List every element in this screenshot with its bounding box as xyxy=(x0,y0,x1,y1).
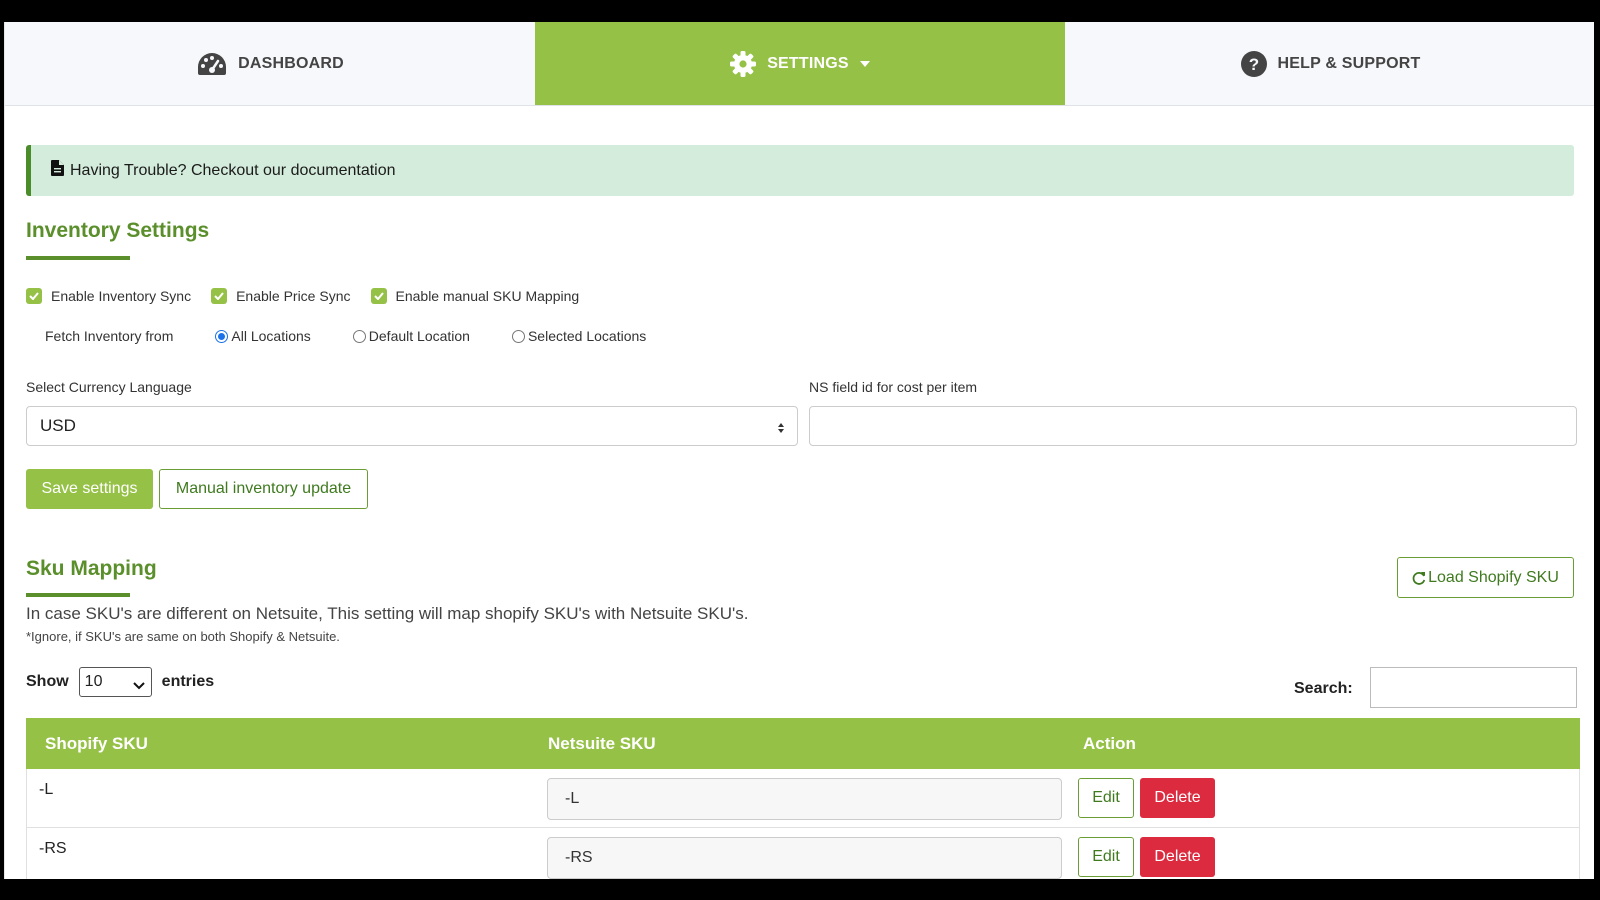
checkmark-icon xyxy=(370,288,387,304)
alert-text: Having Trouble? Checkout our documentati… xyxy=(70,161,396,179)
netsuite-sku-input[interactable]: -RS xyxy=(547,837,1062,879)
tab-settings[interactable]: SETTINGS xyxy=(535,22,1065,105)
question-circle-icon: ? xyxy=(1240,50,1268,78)
show-label: Show xyxy=(26,673,69,690)
svg-text:?: ? xyxy=(1248,55,1259,74)
radio-default-location[interactable]: Default Location xyxy=(352,328,470,344)
sku-mapping-underline xyxy=(26,593,130,597)
fetch-inventory-label: Fetch Inventory from xyxy=(45,328,174,344)
entries-length-control: Show 10 entries xyxy=(26,667,214,697)
search-label: Search: xyxy=(1294,680,1353,697)
edit-button[interactable]: Edit xyxy=(1078,837,1134,877)
radio-all-locations[interactable]: All Locations xyxy=(215,328,311,344)
radio-indicator xyxy=(511,329,525,343)
load-shopify-sku-label: Load Shopify SKU xyxy=(1428,568,1559,586)
inventory-title-underline xyxy=(26,256,130,260)
document-icon xyxy=(51,160,64,181)
sku-mapping-description: In case SKU's are different on Netsuite,… xyxy=(26,604,749,623)
column-action[interactable]: Action xyxy=(1083,734,1136,754)
checkmark-icon xyxy=(211,288,228,304)
table-row: -RS -RS Edit Delete xyxy=(26,828,1580,879)
entries-select[interactable]: 10 xyxy=(78,667,152,697)
caret-down-icon xyxy=(859,60,871,68)
checkmark-icon xyxy=(26,288,42,304)
ns-field-input[interactable] xyxy=(809,406,1577,446)
sku-mapping-table: Shopify SKU Netsuite SKU Action -L -L Ed… xyxy=(26,718,1580,879)
refresh-icon xyxy=(1412,571,1426,585)
enable-manual-sku-mapping-checkbox[interactable]: Enable manual SKU Mapping xyxy=(370,288,580,304)
edit-button[interactable]: Edit xyxy=(1078,778,1134,818)
chevron-down-icon xyxy=(132,677,145,695)
delete-button[interactable]: Delete xyxy=(1140,837,1215,877)
table-header: Shopify SKU Netsuite SKU Action xyxy=(26,718,1580,769)
tab-help-label: HELP & SUPPORT xyxy=(1277,54,1421,72)
table-row: -L -L Edit Delete xyxy=(26,769,1580,828)
currency-value: USD xyxy=(40,416,76,435)
top-nav: DASHBOARD SETTINGS ? HELP & SUPPORT xyxy=(5,22,1594,106)
entries-value: 10 xyxy=(84,673,103,690)
manual-inventory-update-button[interactable]: Manual inventory update xyxy=(159,469,368,509)
shopify-sku-cell: -L xyxy=(39,781,54,798)
tab-dashboard-label: DASHBOARD xyxy=(238,54,344,72)
tab-settings-label: SETTINGS xyxy=(767,54,849,72)
all-locations-label: All Locations xyxy=(231,328,311,344)
selected-locations-label: Selected Locations xyxy=(527,328,647,344)
column-shopify-sku[interactable]: Shopify SKU xyxy=(45,734,148,754)
enable-price-sync-checkbox[interactable]: Enable Price Sync xyxy=(211,288,351,304)
enable-inventory-sync-checkbox[interactable]: Enable Inventory Sync xyxy=(26,288,191,304)
search-input[interactable] xyxy=(1370,667,1577,708)
column-netsuite-sku[interactable]: Netsuite SKU xyxy=(548,734,656,754)
sync-checkboxes: Enable Inventory Sync Enable Price Sync … xyxy=(26,288,599,304)
inventory-settings-title: Inventory Settings xyxy=(26,219,210,242)
currency-select[interactable]: USD xyxy=(26,406,798,446)
select-arrows-icon xyxy=(777,419,785,439)
documentation-alert[interactable]: Having Trouble? Checkout our documentati… xyxy=(26,145,1574,196)
radio-selected-locations[interactable]: Selected Locations xyxy=(511,328,647,344)
fetch-inventory-row: Fetch Inventory from All Locations Defau… xyxy=(45,328,646,344)
enable-inventory-sync-label: Enable Inventory Sync xyxy=(51,288,192,304)
tab-dashboard[interactable]: DASHBOARD xyxy=(5,22,535,105)
enable-price-sync-label: Enable Price Sync xyxy=(236,288,351,304)
tab-help-support[interactable]: ? HELP & SUPPORT xyxy=(1065,22,1594,105)
sku-mapping-note: *Ignore, if SKU's are same on both Shopi… xyxy=(26,629,340,644)
netsuite-sku-input[interactable]: -L xyxy=(547,778,1062,820)
ns-field-label: NS field id for cost per item xyxy=(809,379,978,395)
entries-label: entries xyxy=(161,673,215,690)
save-settings-button[interactable]: Save settings xyxy=(26,469,153,509)
radio-indicator xyxy=(352,329,366,343)
gear-icon xyxy=(729,50,757,78)
default-location-label: Default Location xyxy=(368,328,470,344)
delete-button[interactable]: Delete xyxy=(1140,778,1215,818)
dashboard-gauge-icon xyxy=(196,51,228,77)
sku-mapping-title: Sku Mapping xyxy=(26,557,157,580)
enable-manual-sku-mapping-label: Enable manual SKU Mapping xyxy=(395,288,580,304)
radio-selected-indicator xyxy=(215,329,229,343)
load-shopify-sku-button[interactable]: Load Shopify SKU xyxy=(1397,557,1574,598)
currency-language-label: Select Currency Language xyxy=(26,379,192,395)
shopify-sku-cell: -RS xyxy=(39,840,67,857)
app-frame: DASHBOARD SETTINGS ? HELP & SUPPORT Havi… xyxy=(4,22,1594,879)
